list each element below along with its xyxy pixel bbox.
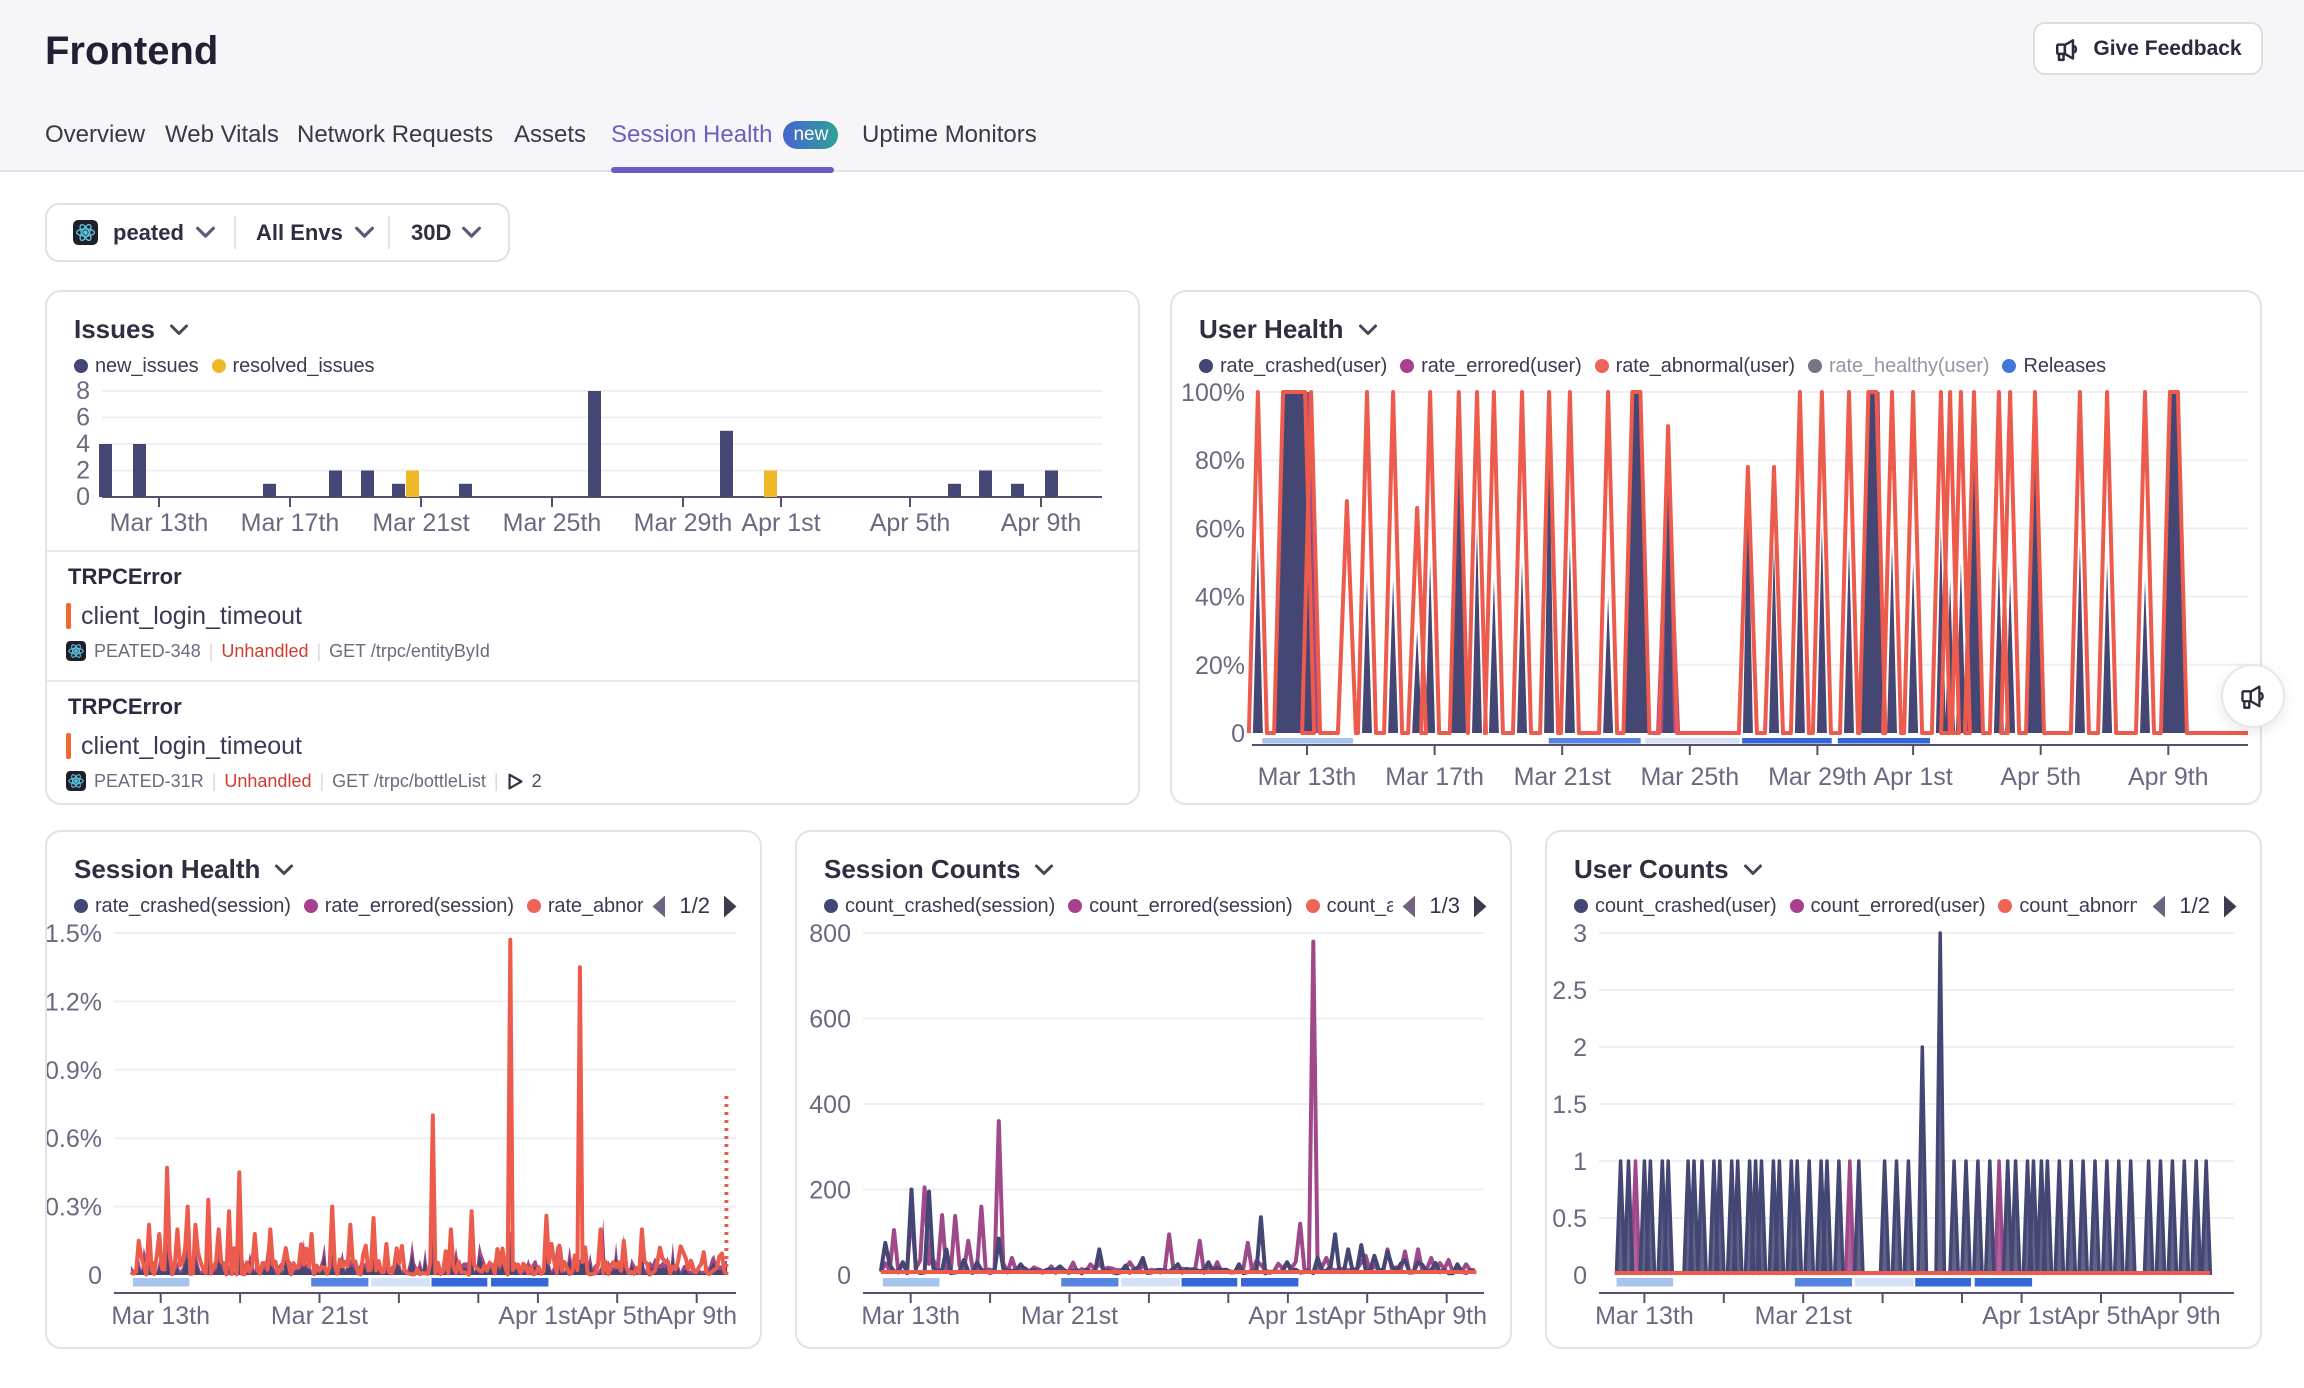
svg-text:Mar 21st: Mar 21st (1514, 763, 1611, 791)
svg-text:2: 2 (1573, 1034, 1587, 1062)
svg-text:200: 200 (809, 1177, 851, 1205)
svg-text:400: 400 (809, 1091, 851, 1119)
svg-text:0: 0 (1573, 1262, 1587, 1290)
svg-text:Mar 13th: Mar 13th (1595, 1302, 1694, 1330)
svg-text:1.5: 1.5 (1552, 1091, 1587, 1119)
svg-text:Mar 17th: Mar 17th (241, 509, 340, 537)
svg-text:Apr 1st: Apr 1st (1873, 763, 1952, 791)
svg-text:8: 8 (76, 377, 90, 405)
svg-text:Mar 29th: Mar 29th (634, 509, 733, 537)
svg-text:Apr 9th: Apr 9th (2140, 1302, 2221, 1330)
svg-text:0.3%: 0.3% (47, 1194, 102, 1222)
svg-text:Mar 29th: Mar 29th (1768, 763, 1867, 791)
svg-text:1.2%: 1.2% (47, 988, 102, 1016)
svg-text:Mar 13th: Mar 13th (110, 509, 209, 537)
svg-text:Apr 9th: Apr 9th (1001, 509, 1082, 537)
svg-text:Mar 25th: Mar 25th (1640, 763, 1739, 791)
svg-text:1.5%: 1.5% (47, 920, 102, 948)
svg-text:Mar 13th: Mar 13th (1258, 763, 1357, 791)
svg-text:6: 6 (76, 404, 90, 432)
svg-text:Apr 5th: Apr 5th (2061, 1302, 2142, 1330)
svg-text:Mar 13th: Mar 13th (111, 1302, 210, 1330)
svg-text:0.6%: 0.6% (47, 1125, 102, 1153)
svg-text:Apr 1st: Apr 1st (1982, 1302, 2061, 1330)
svg-text:0.9%: 0.9% (47, 1057, 102, 1085)
svg-text:Apr 5th: Apr 5th (1327, 1302, 1408, 1330)
svg-text:1: 1 (1573, 1148, 1587, 1176)
svg-text:0: 0 (76, 483, 90, 511)
svg-text:Apr 5th: Apr 5th (577, 1302, 658, 1330)
svg-text:800: 800 (809, 920, 851, 948)
svg-text:600: 600 (809, 1006, 851, 1034)
svg-text:60%: 60% (1195, 515, 1245, 543)
svg-text:Mar 21st: Mar 21st (1021, 1302, 1118, 1330)
svg-text:Apr 9th: Apr 9th (656, 1302, 737, 1330)
svg-text:Apr 1st: Apr 1st (1248, 1302, 1327, 1330)
svg-text:Apr 1st: Apr 1st (741, 509, 820, 537)
svg-text:Apr 9th: Apr 9th (2128, 763, 2209, 791)
svg-text:Mar 25th: Mar 25th (503, 509, 602, 537)
svg-text:40%: 40% (1195, 584, 1245, 612)
svg-text:20%: 20% (1195, 652, 1245, 680)
svg-text:0: 0 (837, 1262, 851, 1290)
svg-text:0: 0 (1231, 720, 1245, 748)
svg-text:Mar 21st: Mar 21st (271, 1302, 368, 1330)
svg-text:Mar 13th: Mar 13th (861, 1302, 960, 1330)
svg-text:2: 2 (76, 457, 90, 485)
svg-text:0.5: 0.5 (1552, 1205, 1587, 1233)
svg-text:2.5: 2.5 (1552, 977, 1587, 1005)
svg-text:Apr 5th: Apr 5th (2000, 763, 2081, 791)
svg-text:100%: 100% (1181, 379, 1245, 407)
svg-text:Mar 21st: Mar 21st (372, 509, 469, 537)
svg-text:Apr 5th: Apr 5th (870, 509, 951, 537)
svg-text:3: 3 (1573, 920, 1587, 948)
svg-text:Apr 1st: Apr 1st (498, 1302, 577, 1330)
svg-text:Mar 21st: Mar 21st (1755, 1302, 1852, 1330)
svg-text:0: 0 (88, 1262, 102, 1290)
svg-text:Apr 9th: Apr 9th (1406, 1302, 1487, 1330)
svg-text:Mar 17th: Mar 17th (1385, 763, 1484, 791)
svg-text:4: 4 (76, 430, 90, 458)
svg-text:80%: 80% (1195, 447, 1245, 475)
